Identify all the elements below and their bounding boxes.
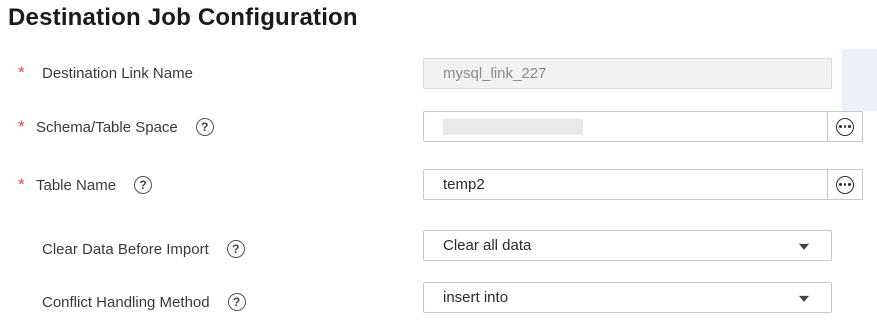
schema-browse-button[interactable]: [827, 111, 863, 142]
help-icon[interactable]: ?: [195, 118, 214, 136]
conflict-handling-selected-value: insert into: [443, 289, 509, 306]
field-label-destination-link-name: Destination Link Name: [42, 64, 193, 82]
chevron-down-icon: [799, 295, 809, 302]
clear-data-select[interactable]: Clear all data: [423, 230, 832, 261]
field-label-schema-table-space: Schema/Table Space: [36, 118, 178, 136]
table-name-input[interactable]: temp2: [423, 169, 828, 200]
ellipsis-circle-icon: [836, 117, 854, 136]
conflict-handling-select[interactable]: insert into: [423, 282, 832, 313]
field-label-conflict-handling-method: Conflict Handling Method: [42, 293, 210, 311]
destination-link-name-input: mysql_link_227: [423, 58, 832, 89]
required-asterisk: *: [18, 117, 25, 136]
field-row-destination-link-name: * Destination Link Name mysql_link_227: [0, 53, 877, 93]
field-label-table-name: Table Name: [36, 176, 117, 194]
required-asterisk: *: [18, 63, 25, 82]
required-asterisk: *: [18, 175, 25, 194]
field-label-clear-data-before-import: Clear Data Before Import: [42, 240, 209, 258]
field-row-clear-data-before-import: Clear Data Before Import ? Clear all dat…: [0, 229, 877, 269]
help-icon[interactable]: ?: [226, 240, 245, 258]
field-row-schema-table-space: * Schema/Table Space ?: [0, 107, 877, 147]
field-row-table-name: * Table Name ? temp2: [0, 165, 877, 205]
section-title: Destination Job Configuration: [8, 4, 358, 31]
schema-table-space-input[interactable]: [423, 111, 828, 142]
table-name-value: temp2: [443, 176, 485, 193]
destination-link-name-value: mysql_link_227: [443, 65, 547, 82]
chevron-down-icon: [799, 243, 809, 250]
clear-data-selected-value: Clear all data: [443, 237, 532, 254]
field-row-conflict-handling-method: Conflict Handling Method ? insert into: [0, 282, 877, 322]
help-icon[interactable]: ?: [134, 176, 153, 194]
ellipsis-circle-icon: [836, 175, 854, 194]
table-browse-button[interactable]: [827, 169, 863, 200]
redacted-value: [443, 118, 583, 135]
help-icon[interactable]: ?: [227, 293, 246, 311]
